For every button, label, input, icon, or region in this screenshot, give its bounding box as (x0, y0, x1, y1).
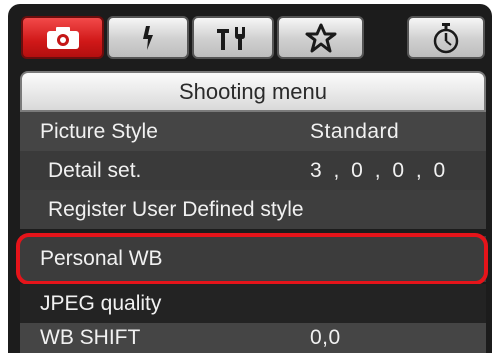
tab-playback[interactable] (107, 16, 189, 59)
playback-icon (143, 25, 153, 50)
tab-timer[interactable] (407, 16, 485, 59)
timer-icon (433, 22, 459, 53)
menu-item-label: Picture Style (40, 119, 158, 143)
menu-item-detail-set[interactable]: Detail set. 3 , 0 , 0 , 0 (20, 151, 486, 190)
menu-item-value: 3 , 0 , 0 , 0 (310, 158, 449, 182)
setup-wrench-icon (217, 26, 245, 50)
menu-item-register-user-defined-style[interactable]: Register User Defined style (20, 190, 486, 229)
menu-item-jpeg-quality[interactable]: JPEG quality (20, 284, 486, 323)
my-menu-star-icon (305, 23, 336, 52)
menu-item-value: 0,0 (310, 326, 341, 349)
menu-item-label: Detail set. (48, 158, 142, 182)
menu-item-picture-style[interactable]: Picture Style Standard (20, 112, 486, 151)
menu-title: Shooting menu (20, 71, 486, 112)
menu-item-label: JPEG quality (40, 291, 162, 315)
tab-my-menu[interactable] (277, 16, 364, 59)
camera-lcd-screen: Shooting menu Picture Style Standard Det… (8, 4, 492, 353)
menu-item-wb-shift[interactable]: WB SHIFT 0,0 (20, 323, 486, 353)
menu-title-text: Shooting menu (179, 78, 327, 104)
menu-item-value: Standard (310, 119, 400, 143)
selection-highlight-frame (16, 233, 488, 285)
menu-item-label: WB SHIFT (40, 326, 141, 349)
tab-setup[interactable] (192, 16, 274, 59)
menu-item-label: Register User Defined style (48, 197, 304, 221)
camera-icon (46, 26, 79, 49)
tab-shooting[interactable] (21, 16, 104, 59)
